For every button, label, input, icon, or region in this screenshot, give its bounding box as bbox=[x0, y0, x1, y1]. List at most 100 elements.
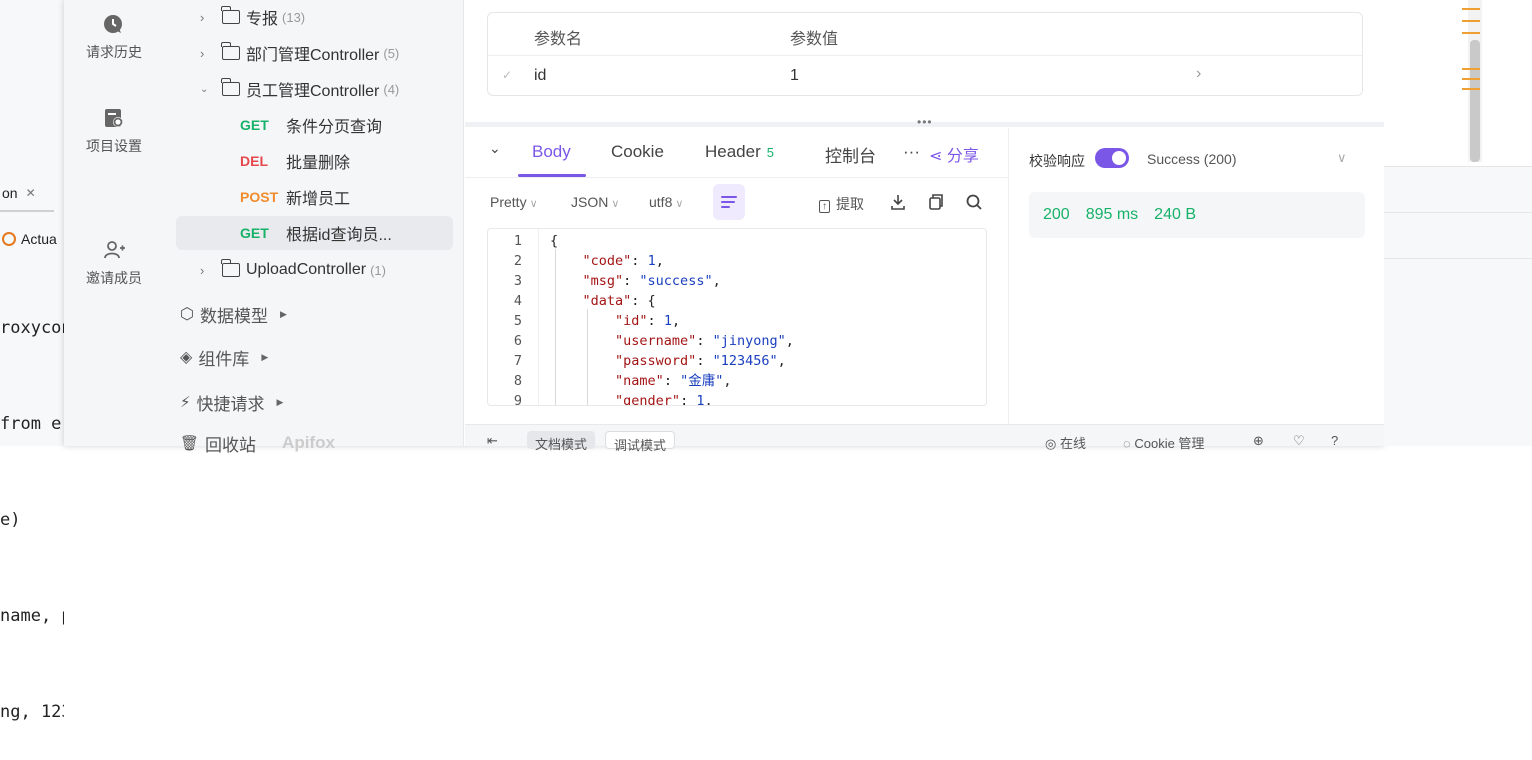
nav-invite-label: 邀请成员 bbox=[86, 270, 142, 286]
wrap-icon-line bbox=[721, 201, 735, 203]
cube-icon: ⬡ bbox=[180, 306, 194, 323]
chevron-down-icon: ∨ bbox=[529, 198, 538, 210]
line-number: 5 bbox=[513, 313, 522, 329]
download-icon[interactable] bbox=[889, 193, 907, 211]
doc-mode-tab[interactable]: 文档模式 bbox=[527, 431, 596, 452]
response-time: 895 ms bbox=[1085, 206, 1139, 223]
trash-icon: 🗑 bbox=[180, 435, 200, 452]
type-value: JSON bbox=[571, 194, 609, 210]
params-table: 参数名 参数值 ✓ id 1 › bbox=[487, 12, 1363, 96]
code-line: 6 "username": "jinyong", bbox=[488, 331, 986, 351]
main-content: 参数名 参数值 ✓ id 1 › ••• ⌄ Body Cookie Heade… bbox=[465, 0, 1384, 453]
online-status[interactable]: ◎ 在线 bbox=[1045, 433, 1086, 452]
chevron-right-icon[interactable]: › bbox=[1196, 65, 1201, 83]
history-icon bbox=[104, 15, 122, 33]
background-editor-tab[interactable]: on ✕ bbox=[0, 176, 54, 212]
validation-result-select[interactable]: Success (200) bbox=[1147, 151, 1236, 167]
scrollbar-thumb[interactable] bbox=[1470, 40, 1480, 162]
encoding-select[interactable]: utf8 ∨ bbox=[649, 194, 683, 210]
method-badge: POST bbox=[240, 189, 279, 205]
divider bbox=[1384, 258, 1532, 259]
chevron-right-icon: › bbox=[200, 45, 205, 61]
param-name-cell[interactable]: id bbox=[534, 67, 546, 85]
code-line: 1{ bbox=[488, 231, 986, 251]
nav-invite[interactable]: 邀请成员 bbox=[64, 238, 164, 288]
apifox-window: 请求历史 项目设置 邀请成员 › 专报 (13) › 部门管理Controlle… bbox=[64, 0, 1384, 455]
line-number: 8 bbox=[513, 373, 522, 389]
tree-endpoint-item-selected[interactable]: GET 根据id查询员... bbox=[176, 216, 453, 250]
code-line: 2 "code": 1, bbox=[488, 251, 986, 271]
section-recycle-bin[interactable]: 🗑 回收站 Apifox bbox=[180, 428, 335, 458]
background-code: roxycon from e e) name, p ng, 123 bbox=[0, 248, 64, 760]
debug-mode-tab[interactable]: 调试模式 bbox=[605, 431, 676, 453]
folder-name: 员工管理Controller bbox=[246, 83, 380, 100]
tree-folder-item[interactable]: › 专报 (13) bbox=[176, 0, 453, 34]
param-value-cell[interactable]: 1 bbox=[790, 67, 799, 85]
line-number: 4 bbox=[513, 293, 522, 309]
tab-header[interactable]: Header 5 bbox=[705, 142, 774, 162]
wrap-lines-button[interactable] bbox=[713, 184, 745, 220]
nav-project-settings[interactable]: 项目设置 bbox=[64, 106, 164, 156]
run-icon bbox=[2, 232, 16, 246]
folder-name: UploadController bbox=[246, 261, 367, 278]
tree-endpoint-item[interactable]: POST 新增员工 bbox=[176, 180, 453, 214]
marker-icon bbox=[1462, 68, 1480, 70]
folder-count: (5) bbox=[383, 45, 400, 61]
left-nav: 请求历史 项目设置 邀请成员 bbox=[64, 0, 164, 446]
tree-endpoint-item[interactable]: DEL 批量删除 bbox=[176, 144, 453, 178]
type-select[interactable]: JSON ∨ bbox=[571, 194, 619, 210]
community-icon[interactable]: ♡ bbox=[1293, 433, 1305, 449]
folder-count: (1) bbox=[370, 262, 386, 278]
code-line: 9 "gender": 1, bbox=[488, 391, 986, 405]
drag-handle-icon[interactable]: ••• bbox=[917, 115, 933, 129]
extract-button[interactable]: ↑ 提取 bbox=[819, 194, 864, 214]
chevron-right-icon: › bbox=[200, 9, 205, 25]
format-select[interactable]: Pretty ∨ bbox=[490, 194, 538, 210]
background-run-label: Actua bbox=[0, 228, 64, 250]
section-data-models[interactable]: ⬡ 数据模型 ▶ bbox=[180, 299, 287, 329]
code-line: name, p bbox=[0, 606, 64, 626]
line-number: 3 bbox=[513, 273, 522, 289]
tree-folder-item[interactable]: › UploadController (1) bbox=[176, 253, 453, 287]
params-header-name: 参数名 bbox=[534, 31, 583, 48]
code-text: "data": { bbox=[582, 293, 656, 309]
code-text: { bbox=[550, 233, 559, 249]
endpoint-name: 新增员工 bbox=[286, 191, 351, 208]
line-number: 6 bbox=[513, 333, 522, 349]
cookie-manage-button[interactable]: ◌ Cookie 管理 bbox=[1123, 433, 1204, 452]
more-icon[interactable]: ··· bbox=[903, 142, 920, 162]
close-icon[interactable]: ✕ bbox=[26, 186, 36, 200]
online-icon: ◎ bbox=[1045, 436, 1060, 451]
status-bar: ⇤ 文档模式 调试模式 ◎ 在线 ◌ Cookie 管理 ⊕ ♡ ? bbox=[465, 424, 1384, 453]
tree-endpoint-item[interactable]: GET 条件分页查询 bbox=[176, 108, 453, 142]
endpoint-name: 条件分页查询 bbox=[286, 119, 383, 136]
folder-count: (13) bbox=[282, 9, 306, 25]
section-quick-requests[interactable]: ⚡ 快捷请求 ▶ bbox=[180, 387, 283, 417]
folder-name: 部门管理Controller bbox=[246, 47, 380, 64]
collapse-chevron-icon[interactable]: ⌄ bbox=[489, 140, 501, 157]
checkbox-icon[interactable]: ✓ bbox=[502, 68, 512, 82]
copy-icon[interactable] bbox=[927, 193, 945, 211]
share-button[interactable]: ⋖ 分享 bbox=[929, 142, 979, 166]
upload-icon[interactable]: ⊕ bbox=[1253, 433, 1264, 449]
validate-toggle[interactable] bbox=[1095, 148, 1129, 168]
tab-body[interactable]: Body bbox=[532, 142, 571, 162]
nav-history[interactable]: 请求历史 bbox=[64, 12, 164, 62]
tree-folder-item[interactable]: ⌄ 员工管理Controller (4) bbox=[176, 72, 453, 106]
collapse-sidebar-icon[interactable]: ⇤ bbox=[487, 433, 498, 449]
chevron-down-icon[interactable]: ∨ bbox=[1337, 150, 1347, 166]
response-body-editor[interactable]: 1{2 "code": 1, 3 "msg": "success", 4 "data… bbox=[487, 228, 987, 406]
tab-cookie[interactable]: Cookie bbox=[611, 142, 664, 162]
tab-console[interactable]: 控制台 bbox=[825, 142, 876, 167]
code-line: from e bbox=[0, 414, 62, 434]
format-value: Pretty bbox=[490, 194, 527, 210]
code-line: 3 "msg": "success", bbox=[488, 271, 986, 291]
tab-active-indicator bbox=[518, 174, 586, 177]
search-icon[interactable] bbox=[965, 193, 983, 211]
tree-folder-item[interactable]: › 部门管理Controller (5) bbox=[176, 36, 453, 70]
section-components[interactable]: ◈ 组件库 ▶ bbox=[180, 342, 268, 372]
wrap-icon bbox=[721, 196, 737, 198]
settings-icon bbox=[105, 109, 123, 127]
lightning-icon: ⚡ bbox=[180, 394, 191, 411]
validate-response-label: 校验响应 bbox=[1029, 153, 1085, 169]
